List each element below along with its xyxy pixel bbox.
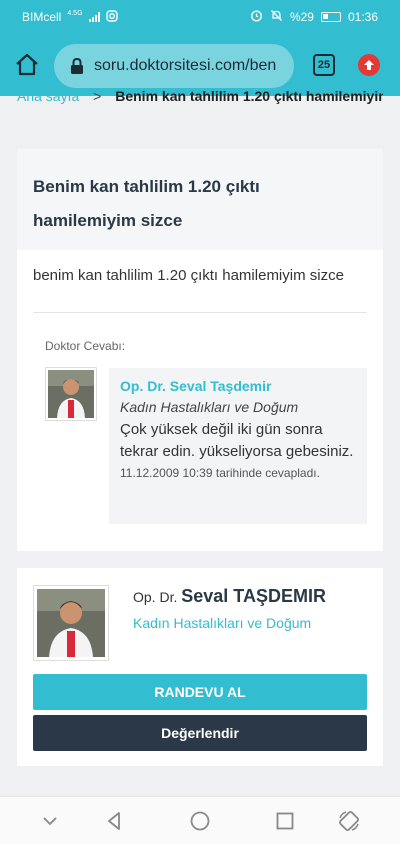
answer-doctor-name[interactable]: Op. Dr. Seval Taşdemir: [120, 378, 356, 394]
rate-button[interactable]: Değerlendir: [33, 715, 367, 751]
tab-switcher-button[interactable]: 25: [313, 54, 335, 76]
doctor-name: Seval TAŞDEMIR: [181, 586, 326, 606]
doctor-card: Op. Dr. Seval TAŞDEMIR Kadın Hastalıklar…: [17, 568, 383, 766]
answer-box: Op. Dr. Seval Taşdemir Kadın Hastalıklar…: [109, 368, 367, 524]
rotate-screen-icon[interactable]: [337, 809, 361, 833]
update-arrow-icon[interactable]: [358, 54, 380, 76]
home-icon[interactable]: [14, 52, 40, 78]
doctor-specialty[interactable]: Kadın Hastalıkları ve Doğum: [133, 615, 311, 631]
android-nav-bar: [0, 796, 400, 844]
recents-square-icon[interactable]: [273, 809, 297, 833]
question-title: Benim kan tahlilim 1.20 çıktı hamilemiyi…: [33, 177, 260, 230]
answer-doctor-specialty: Kadın Hastalıkları ve Doğum: [120, 399, 299, 415]
clock: 01:36: [347, 10, 378, 24]
home-circle-icon[interactable]: [188, 809, 212, 833]
lock-icon: [68, 57, 86, 75]
address-bar-row: soru.doktorsitesi.com/ben 25: [0, 42, 400, 88]
alarm-icon: [250, 9, 263, 25]
battery-percent: %29: [289, 10, 314, 24]
instagram-icon: [105, 9, 118, 25]
question-card: Benim kan tahlilim 1.20 çıktı hamilemiyi…: [17, 149, 383, 551]
status-bar: BIMcell 4.5G %29 01:36: [0, 0, 400, 34]
divider: [33, 312, 367, 313]
mute-bell-icon: [270, 9, 283, 25]
back-icon[interactable]: [102, 809, 126, 833]
doctor-photo-large[interactable]: [33, 585, 109, 661]
breadcrumb-home-link[interactable]: Ana sayfa: [17, 88, 79, 104]
network-type: 4.5G: [67, 9, 83, 17]
url-text: soru.doktorsitesi.com/ben: [94, 57, 277, 74]
carrier-label: BIMcell: [22, 10, 62, 24]
answer-date: 11.12.2009 10:39 tarihinde cevapladı.: [120, 466, 320, 480]
question-header: Benim kan tahlilim 1.20 çıktı hamilemiyi…: [17, 149, 383, 250]
question-body: benim kan tahlilim 1.20 çıktı hamilemiyi…: [33, 267, 344, 284]
appointment-button[interactable]: RANDEVU AL: [33, 674, 367, 710]
signal-icon: [88, 12, 100, 22]
battery-icon: [320, 12, 341, 22]
breadcrumb-separator: >: [93, 88, 102, 104]
url-field[interactable]: soru.doktorsitesi.com/ben: [54, 44, 294, 88]
doctor-photo-small[interactable]: [45, 367, 97, 421]
browser-top-bar: BIMcell 4.5G %29 01:36 soru.doktorsitesi…: [0, 0, 400, 96]
breadcrumb: Ana sayfa > Benim kan tahlilim 1.20 çıkt…: [17, 88, 383, 108]
doctor-answer-label: Doktor Cevabı:: [45, 339, 126, 353]
answer-text: Çok yüksek değil iki gün sonra tekrar ed…: [120, 421, 354, 460]
doctor-title-prefix: Op. Dr.: [133, 589, 178, 605]
doctor-full-name[interactable]: Op. Dr. Seval TAŞDEMIR: [133, 586, 326, 607]
breadcrumb-current: Benim kan tahlilim 1.20 çıktı hamilemiyi…: [115, 88, 383, 104]
chevron-down-icon[interactable]: [38, 809, 62, 833]
